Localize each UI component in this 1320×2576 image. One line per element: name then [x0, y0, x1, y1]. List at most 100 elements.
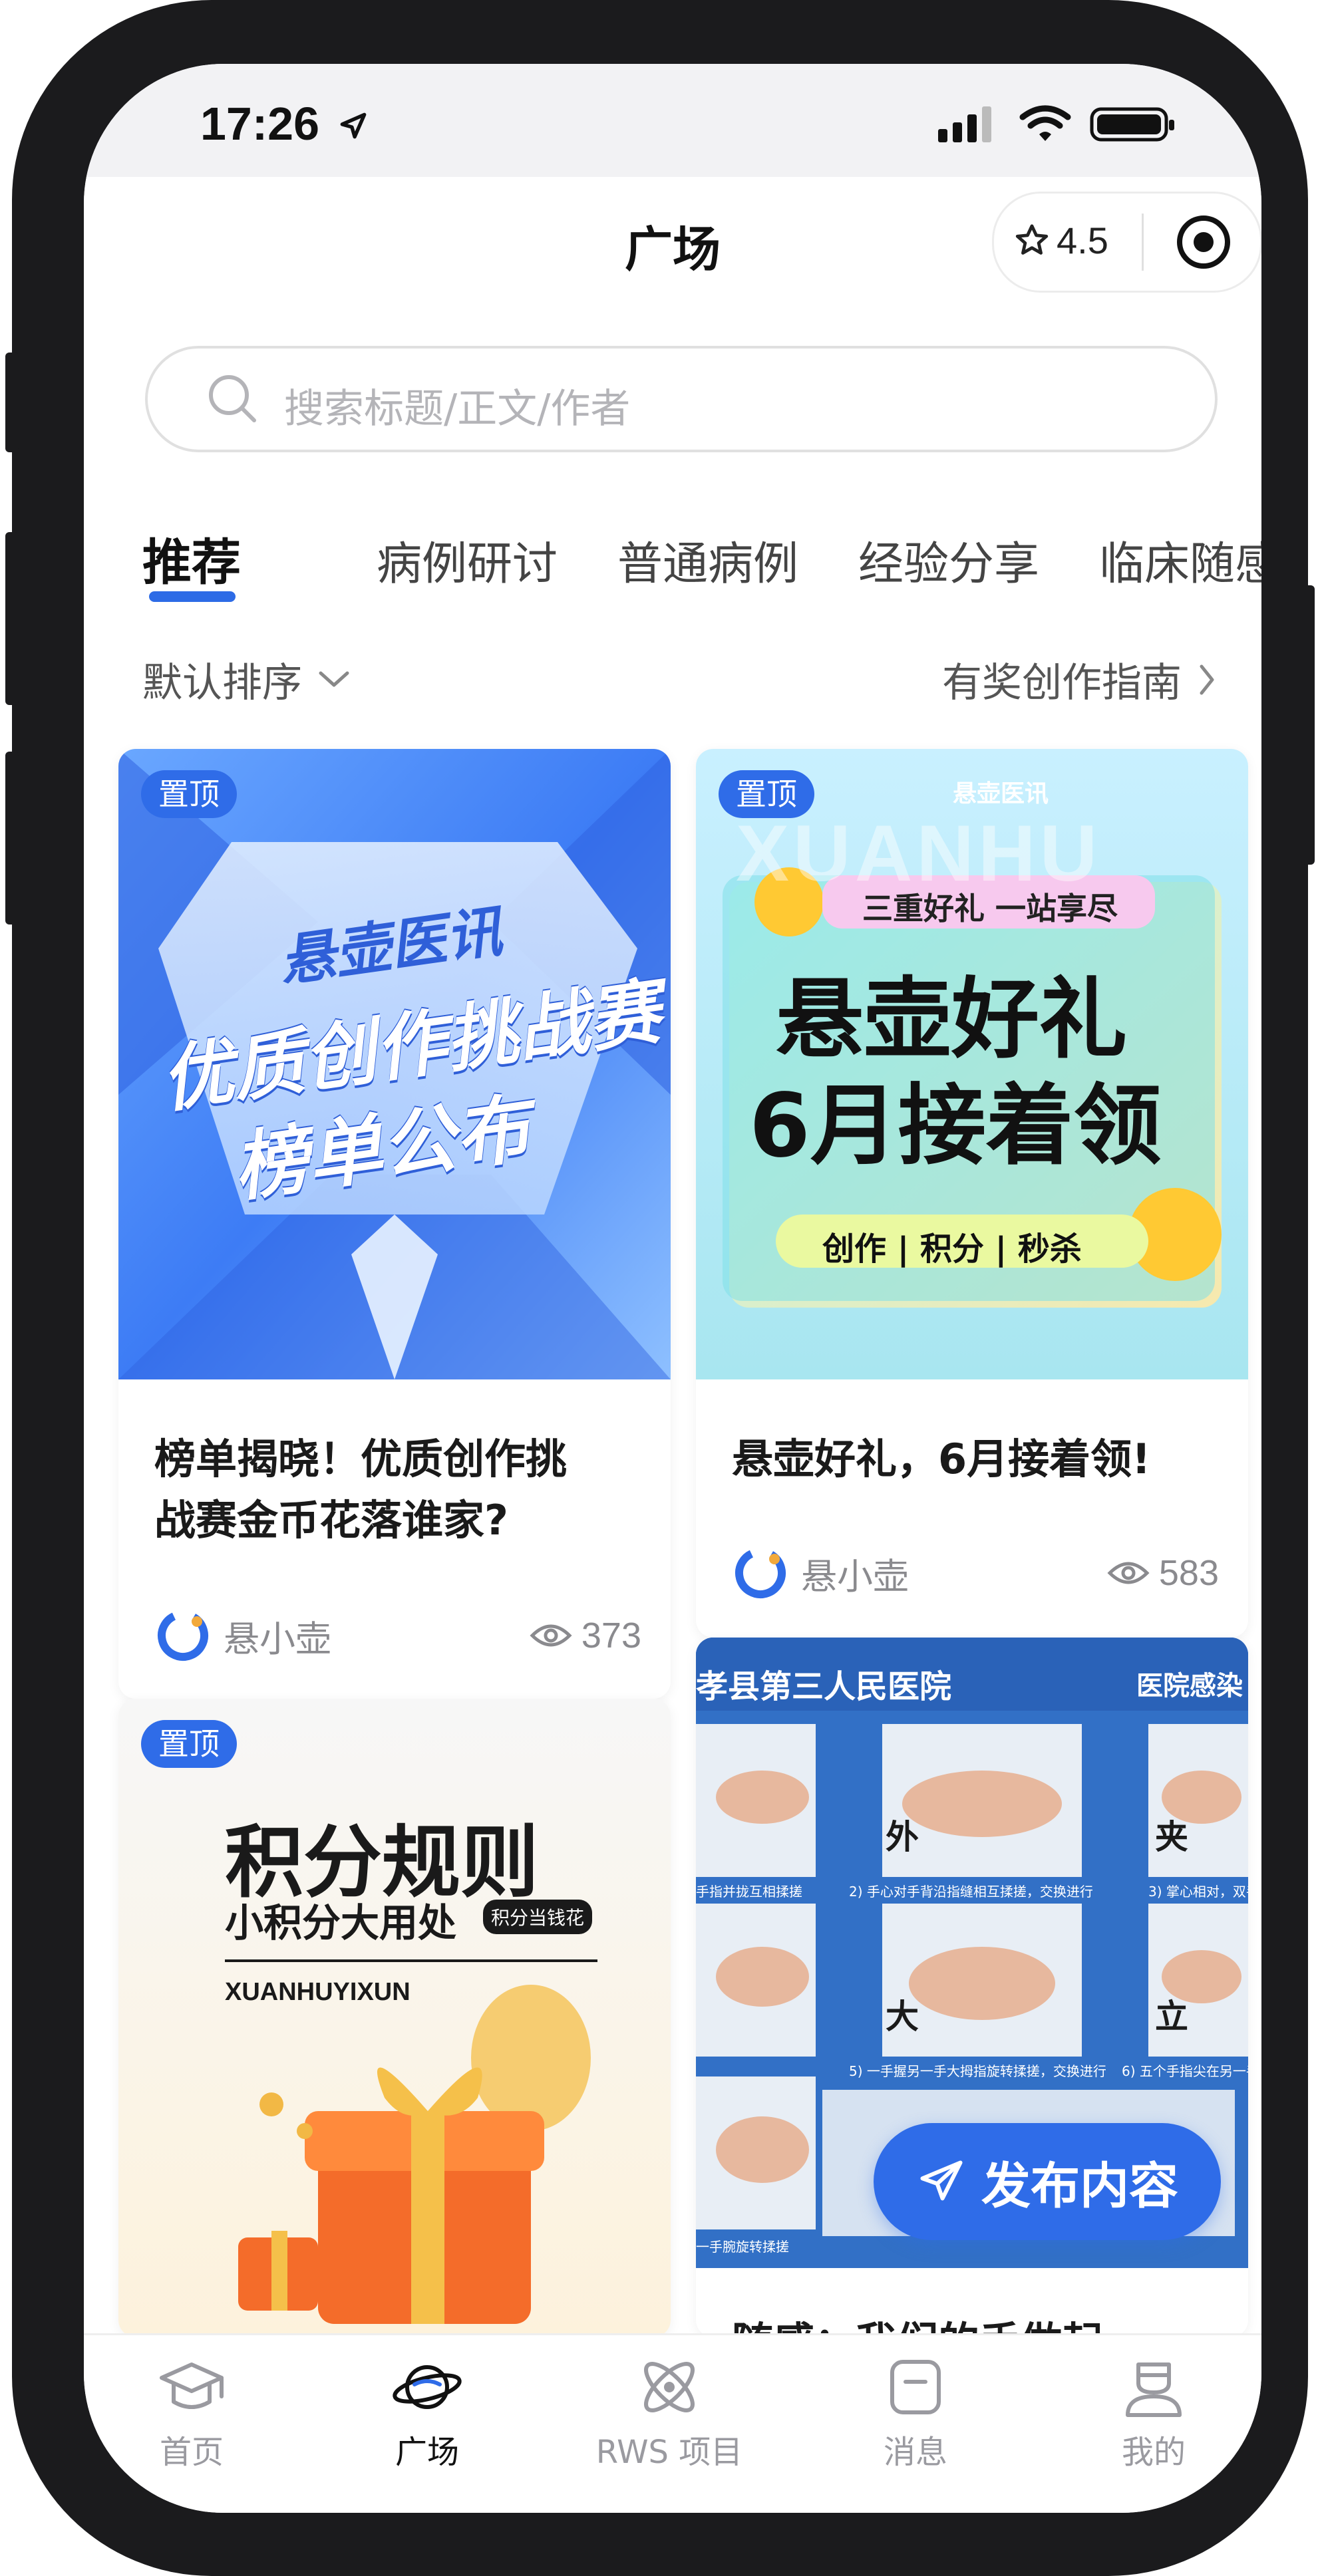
cover-line-2: 小积分大用处	[225, 1900, 457, 1945]
department-name: 医院感染	[1136, 1671, 1243, 1701]
rating-button[interactable]: 4.5	[1013, 219, 1108, 262]
search-placeholder: 搜索标题/正文/作者	[284, 386, 631, 432]
nav-square[interactable]: 广场	[341, 2355, 514, 2472]
cover-ribbon: 三重好礼 一站享尽	[862, 891, 1118, 927]
signal-icon	[938, 106, 991, 142]
post-author[interactable]: 悬小壶	[154, 1607, 331, 1664]
post-title-line-2: 战赛金币花落谁家?	[154, 1496, 508, 1544]
capsule-divider	[1142, 214, 1144, 271]
nav-profile-label: 我的	[1121, 2434, 1186, 2471]
post-cover-image: 积分规则 小积分大用处 积分当钱花 XUANHUYIXUN	[118, 1699, 671, 2337]
step-caption-6: 6) 五个手指尖在另一手掌心旋转揉搓	[1122, 2063, 1248, 2079]
status-bar: 17:26	[84, 64, 1261, 177]
pinned-badge: 置顶	[719, 770, 814, 818]
nav-rws-project[interactable]: RWS 项目	[583, 2355, 756, 2472]
record-target-icon[interactable]	[1175, 214, 1232, 271]
rating-value: 4.5	[1057, 219, 1108, 261]
chevron-right-icon	[1200, 664, 1214, 694]
pinned-badge: 置顶	[141, 1720, 237, 1768]
post-title-line-1: 悬壶好礼，6月接着领!	[732, 1435, 1151, 1483]
publish-label: 发布内容	[981, 2157, 1178, 2215]
step-caption-2: 2) 手心对手背沿指缝相互揉搓，交换进行	[849, 1884, 1093, 1900]
creation-guide-link[interactable]: 有奖创作指南	[942, 650, 1220, 708]
step-caption-1: 手指并拢互相揉搓	[696, 1884, 802, 1900]
send-icon	[920, 2160, 963, 2201]
battery-icon	[1090, 107, 1174, 142]
cover-line-2: 6月接着领	[749, 1075, 1162, 1177]
publish-content-button[interactable]: 发布内容	[874, 2123, 1221, 2240]
pinned-badge: 置顶	[141, 770, 237, 818]
post-cover-image: 悬壶医讯 XUANHU 三重好礼 一站享尽 悬壶好礼 6月接着领 创作 | 积分…	[696, 749, 1248, 1379]
eye-icon	[530, 1624, 572, 1647]
step-caption-5: 5) 一手握另一手大拇指旋转揉搓，交换进行	[849, 2063, 1106, 2079]
author-avatar-icon	[735, 1548, 786, 1598]
post-cover-image: 悬壶医讯 优质创作挑战赛 榜单公布	[118, 749, 671, 1379]
post-title: 悬壶好礼，6月接着领!	[732, 1429, 1150, 1490]
cover-sub: XUANHUYIXUN	[225, 1978, 411, 2006]
step-char-2: 夹	[1155, 1817, 1188, 1856]
post-title: 榜单揭晓！优质创作挑 战赛金币花落谁家?	[154, 1429, 567, 1551]
sort-bar: 默认排序 有奖创作指南	[142, 650, 1220, 717]
status-time: 17:26	[200, 97, 370, 150]
search-icon	[209, 375, 256, 422]
chevron-down-icon	[319, 671, 349, 686]
planet-icon	[393, 2365, 462, 2409]
sort-dropdown[interactable]: 默认排序	[142, 650, 354, 708]
nav-profile[interactable]: 我的	[1067, 2355, 1240, 2472]
view-count: 583	[1158, 1553, 1219, 1593]
message-icon	[890, 2360, 941, 2414]
star-icon	[1015, 223, 1049, 255]
post-card[interactable]: 悬壶医讯 优质创作挑战赛 榜单公布 置顶 榜单揭晓！优质创作挑 战赛金币花落谁家…	[118, 749, 671, 1699]
step-char-3: 大	[886, 1997, 919, 2036]
user-icon	[1126, 2362, 1182, 2417]
tab-recommend[interactable]: 推荐	[142, 523, 241, 594]
volume-down-button	[5, 752, 19, 925]
cover-brand: 悬壶医讯	[953, 780, 1049, 807]
post-card[interactable]: 积分规则 小积分大用处 积分当钱花 XUANHUYIXUN 置顶	[118, 1699, 671, 2337]
eye-icon	[1107, 1562, 1150, 1584]
wifi-icon	[1019, 105, 1071, 141]
location-arrow-icon	[340, 112, 366, 139]
post-views: 373	[530, 1615, 641, 1656]
active-tab-indicator	[149, 591, 236, 602]
post-title-line-1: 榜单揭晓！优质创作挑	[154, 1435, 568, 1483]
bottom-navigation: 首页 广场 RWS 项目 消息 我的	[84, 2333, 1261, 2513]
post-views: 583	[1107, 1552, 1219, 1594]
tab-clinical-notes[interactable]: 临床随感	[1099, 527, 1261, 593]
nav-square-label: 广场	[395, 2434, 459, 2471]
app-screen: 17:26 广场 4.5 搜索标题/正文/作者 推荐 病例研讨 普通病例 经验分…	[84, 64, 1261, 2513]
tab-experience-share[interactable]: 经验分享	[858, 527, 1039, 593]
step-caption-3: 3) 掌心相对，双手交	[1148, 1884, 1248, 1900]
mute-switch	[5, 353, 19, 452]
author-name: 悬小壶	[224, 1618, 331, 1660]
cover-bottom: 创作 | 积分 | 秒杀	[822, 1230, 1082, 1268]
nav-rws-label: RWS 项目	[595, 2434, 743, 2471]
nav-messages-label: 消息	[883, 2434, 947, 2471]
search-input[interactable]: 搜索标题/正文/作者	[145, 346, 1218, 452]
guide-label: 有奖创作指南	[942, 660, 1182, 706]
cover-tag: 积分当钱花	[483, 1900, 593, 1934]
post-author[interactable]: 悬小壶	[732, 1544, 909, 1602]
atom-icon	[644, 2362, 695, 2412]
power-button	[1301, 585, 1315, 865]
sort-label: 默认排序	[142, 660, 302, 706]
mini-program-capsule: 4.5	[992, 192, 1261, 293]
cover-divider	[225, 1959, 597, 1962]
step-caption-7: 一手腕旋转揉搓	[696, 2239, 789, 2255]
nav-home-label: 首页	[159, 2434, 224, 2471]
step-char-1: 外	[886, 1817, 919, 1856]
graduation-cap-icon	[160, 2362, 224, 2409]
view-count: 373	[581, 1616, 641, 1655]
nav-messages[interactable]: 消息	[829, 2355, 1002, 2472]
nav-home[interactable]: 首页	[105, 2355, 278, 2472]
volume-up-button	[5, 532, 19, 705]
author-avatar-icon	[158, 1610, 208, 1661]
step-char-4: 立	[1155, 1997, 1188, 2036]
post-card[interactable]: 悬壶医讯 XUANHU 三重好礼 一站享尽 悬壶好礼 6月接着领 创作 | 积分…	[696, 749, 1248, 1638]
category-tabs: 推荐 病例研讨 普通病例 经验分享 临床随感	[142, 523, 1261, 609]
phone-frame: 17:26 广场 4.5 搜索标题/正文/作者 推荐 病例研讨 普通病例 经验分…	[5, 0, 1315, 2576]
hospital-name: 孝县第三人民医院	[696, 1668, 952, 1705]
tab-case-discussion[interactable]: 病例研讨	[377, 527, 558, 593]
tab-general-case[interactable]: 普通病例	[617, 527, 798, 593]
author-name: 悬小壶	[801, 1555, 909, 1598]
